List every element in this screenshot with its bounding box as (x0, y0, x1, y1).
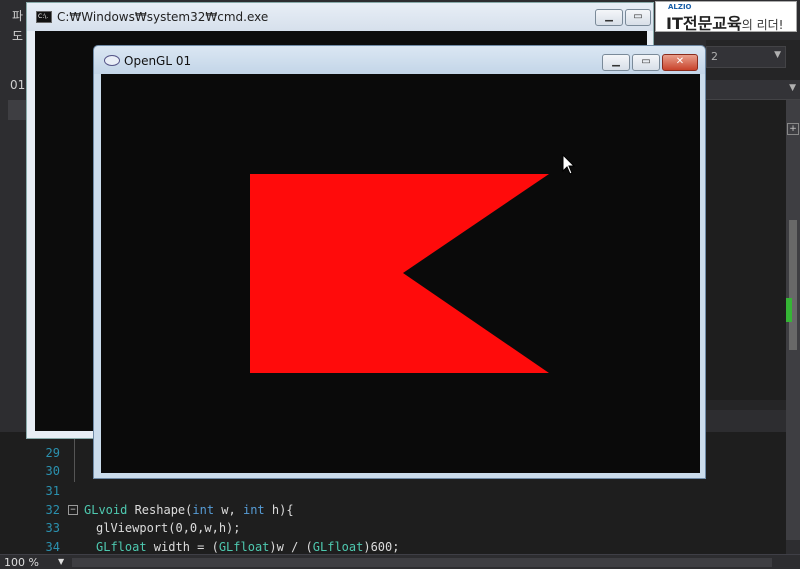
minimize-icon: ▁ (605, 11, 613, 22)
line-number: 29 (45, 446, 60, 460)
red-polygon (250, 174, 549, 373)
chevron-down-icon: ▼ (789, 83, 796, 93)
opengl-titlebar[interactable]: OpenGL 01 ▁ ▭ ✕ (94, 46, 705, 74)
line-number: 31 (45, 484, 60, 498)
menu-item-tools[interactable]: 도 (12, 27, 23, 44)
configuration-value: 2 (711, 50, 718, 63)
member-dropdown[interactable]: ▼ (706, 80, 800, 100)
chevron-down-icon: ▼ (774, 50, 781, 60)
minimize-button[interactable]: ▁ (602, 54, 630, 71)
maximize-icon: ▭ (641, 56, 651, 67)
menu-item-file[interactable]: 파 (12, 7, 23, 24)
mouse-pointer-icon (562, 154, 576, 175)
configuration-combobox[interactable]: 2 ▼ (706, 46, 786, 68)
close-button[interactable]: ✕ (662, 54, 698, 71)
split-expand-icon[interactable]: + (787, 123, 799, 135)
scrollbar-change-marker (786, 298, 792, 322)
minimize-button[interactable]: ▁ (595, 9, 623, 26)
editor-strip (706, 100, 786, 400)
status-bar: 100 % ▼ (0, 554, 800, 569)
indent-guide (74, 432, 75, 482)
zoom-level[interactable]: 100 % (4, 556, 39, 569)
logo-slogan: IT전문교육의 리더! (666, 14, 784, 33)
line-number: 30 (45, 464, 60, 478)
line-number: 32 (45, 503, 60, 517)
opengl-window[interactable]: OpenGL 01 ▁ ▭ ✕ (93, 45, 706, 479)
scrollbar-thumb[interactable] (789, 220, 797, 350)
alzio-logo: ALZIO IT전문교육의 리더! (655, 1, 797, 33)
left-toolbar-strip (8, 100, 26, 120)
minimize-icon: ▁ (612, 56, 620, 67)
horizontal-scrollbar[interactable] (72, 558, 772, 567)
collapse-icon[interactable]: − (68, 505, 78, 515)
line-number: 34 (45, 540, 60, 554)
render-surface (250, 174, 549, 373)
console-icon: C:\. (36, 11, 52, 23)
chevron-down-icon[interactable]: ▼ (58, 557, 64, 566)
close-icon: ✕ (675, 56, 685, 67)
file-tab[interactable]: 01 (0, 78, 28, 98)
opengl-app-icon (104, 55, 120, 66)
cmd-titlebar[interactable]: C:\. C:₩Windows₩system32₩cmd.exe ▁ ▭ (27, 3, 653, 31)
cmd-window-title: C:₩Windows₩system32₩cmd.exe (57, 10, 269, 24)
line-number: 33 (45, 521, 60, 535)
code-line-34: GLfloat width = (GLfloat)w / (GLfloat)60… (96, 540, 400, 554)
opengl-window-title: OpenGL 01 (124, 54, 192, 68)
opengl-render-canvas[interactable] (101, 74, 700, 473)
code-line-32: GLvoid Reshape(int w, int h){ (84, 503, 294, 517)
maximize-button[interactable]: ▭ (625, 9, 651, 26)
maximize-button[interactable]: ▭ (632, 54, 660, 71)
maximize-icon: ▭ (633, 11, 643, 22)
code-line-33: glViewport(0,0,w,h); (96, 521, 241, 535)
